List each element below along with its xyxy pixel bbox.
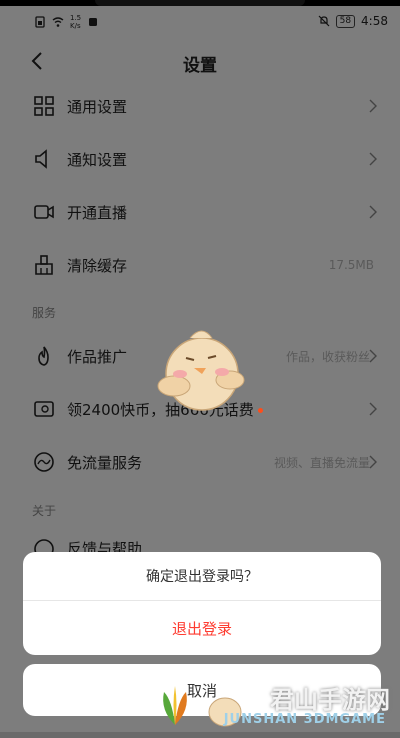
menu-item-feedback[interactable]: 反馈与帮助: [0, 526, 400, 552]
grid-icon: [34, 96, 54, 116]
chevron-right-icon: [369, 349, 377, 363]
menu-item-general[interactable]: 通用设置: [0, 80, 400, 132]
menu-item-notifications[interactable]: 通知设置: [0, 133, 400, 185]
clock: 4:58: [361, 14, 388, 28]
watermark-subtext: JUNSHAN 3DMGAME: [223, 712, 386, 727]
page-title: 设置: [183, 56, 217, 76]
menu-item-label: 免流量服务: [67, 453, 143, 472]
menu-item-live[interactable]: 开通直播: [0, 186, 400, 238]
notification-square-icon: [89, 18, 98, 26]
status-left: 1.5 K/s: [34, 14, 99, 30]
dialog-question: 确定退出登录吗？: [23, 552, 381, 601]
watermark-text: 君山手游网: [270, 686, 390, 714]
status-bar: 1.5 K/s 58 4:58: [0, 6, 400, 36]
chevron-right-icon: [369, 402, 377, 416]
logout-button[interactable]: 退出登录: [23, 601, 381, 655]
menu-item-hint: 视频、直播免流量: [273, 455, 370, 470]
menu-item-label: 开通直播: [67, 203, 128, 222]
help-circle-icon: [34, 539, 54, 552]
bottom-frame: [0, 732, 400, 738]
menu-item-label: 反馈与帮助: [67, 540, 143, 552]
chevron-right-icon: [369, 205, 377, 219]
red-dot-badge: [257, 407, 263, 413]
watermark-leaf-logo-icon: [163, 686, 187, 725]
coin-card-icon: [34, 401, 54, 417]
wifi-icon: [52, 17, 64, 27]
menu-item-hint: 作品，收获粉丝: [285, 349, 370, 364]
mute-bell-icon: [318, 15, 330, 27]
sim-icon: [35, 16, 45, 28]
nav-bar: 设置: [0, 36, 400, 86]
status-right: 58 4:58: [318, 14, 388, 28]
menu-item-label: 通知设置: [67, 150, 128, 169]
flame-icon: [38, 346, 49, 366]
chevron-right-icon: [369, 455, 377, 469]
section-label-about: 关于: [32, 504, 57, 518]
wave-icon: [34, 452, 54, 472]
menu-item-data-free[interactable]: 免流量服务 视频、直播免流量: [0, 436, 400, 488]
video-camera-icon: [34, 205, 54, 219]
section-label-services: 服务: [32, 306, 57, 320]
chick-mascot-sticker: [157, 330, 245, 411]
chevron-right-icon: [369, 152, 377, 166]
cache-size: 17.5MB: [328, 258, 374, 272]
chevron-right-icon: [369, 99, 377, 113]
menu-item-label: 清除缓存: [67, 256, 128, 275]
logout-dialog: 确定退出登录吗？ 退出登录: [23, 552, 381, 655]
battery-level: 58: [335, 14, 356, 28]
network-speed: 1.5 K/s: [70, 14, 82, 30]
broom-icon: [35, 255, 53, 275]
speaker-icon: [35, 149, 47, 169]
menu-item-label: 作品推广: [67, 347, 128, 366]
menu-item-label: 通用设置: [67, 97, 128, 116]
menu-item-clear-cache[interactable]: 清除缓存 17.5MB: [0, 239, 400, 291]
